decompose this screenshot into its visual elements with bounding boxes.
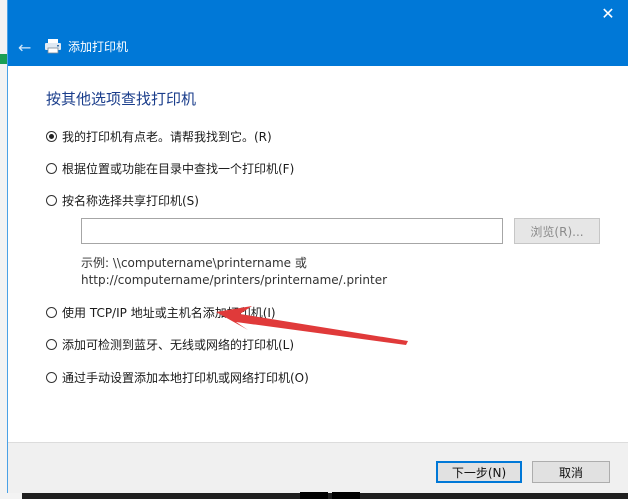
radio-button[interactable] [46,195,57,206]
option-directory-search[interactable]: 根据位置或功能在目录中查找一个打印机(F) [46,160,294,177]
option-label: 按名称选择共享打印机(S) [62,194,199,208]
option-label: 通过手动设置添加本地打印机或网络打印机(O) [62,371,309,385]
radio-button[interactable] [46,131,57,142]
cancel-button[interactable]: 取消 [532,461,610,483]
option-tcp-ip[interactable]: 使用 TCP/IP 地址或主机名添加打印机(I) [46,304,276,321]
option-shared-by-name[interactable]: 按名称选择共享打印机(S) [46,192,199,209]
example-text: 示例: \\computername\printername 或 http://… [81,255,387,289]
option-label: 使用 TCP/IP 地址或主机名添加打印机(I) [62,306,276,320]
page-heading: 按其他选项查找打印机 [46,90,197,108]
shared-printer-input[interactable] [81,218,503,244]
option-label: 根据位置或功能在目录中查找一个打印机(F) [62,162,295,176]
radio-button[interactable] [46,307,57,318]
taskbar-fragment [300,492,328,499]
radio-button[interactable] [46,163,57,174]
title-bar: ✕ ← 添加打印机 [8,0,628,66]
next-button[interactable]: 下一步(N) [436,461,522,483]
radio-button[interactable] [46,372,57,383]
option-label: 添加可检测到蓝牙、无线或网络的打印机(L) [62,338,295,352]
printer-icon [45,39,61,54]
option-bluetooth-wireless[interactable]: 添加可检测到蓝牙、无线或网络的打印机(L) [46,336,294,353]
browse-button[interactable]: 浏览(R)... [514,218,600,244]
option-label: 我的打印机有点老。请帮我找到它。(R) [62,130,272,144]
option-manual-local[interactable]: 通过手动设置添加本地打印机或网络打印机(O) [46,369,309,386]
add-printer-dialog: ✕ ← 添加打印机 按其他选项查找打印机 我的打印机有点老。请帮我找到它。(R)… [8,0,628,493]
option-old-printer[interactable]: 我的打印机有点老。请帮我找到它。(R) [46,128,272,145]
window-title: 添加打印机 [68,40,129,54]
example-line-1: 示例: \\computername\printername 或 [81,256,307,270]
close-icon[interactable]: ✕ [600,6,616,22]
dialog-content: 按其他选项查找打印机 我的打印机有点老。请帮我找到它。(R) 根据位置或功能在目… [8,66,628,442]
radio-button[interactable] [46,339,57,350]
back-arrow-icon[interactable]: ← [18,38,31,57]
example-line-2: http://computername/printers/printername… [81,273,388,287]
taskbar-fragment [332,492,360,499]
dialog-footer: 下一步(N) 取消 [8,442,628,493]
